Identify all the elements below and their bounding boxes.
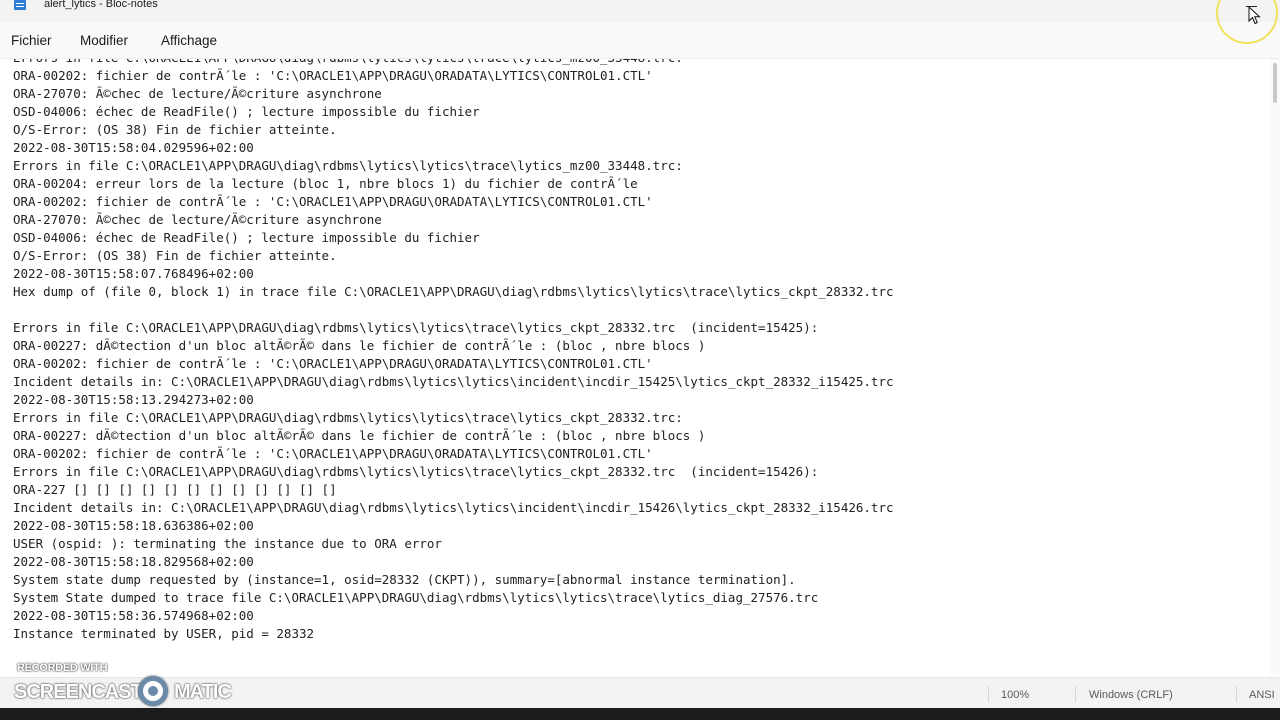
editor-line: ORA-227 [] [] [] [] [] [] [] [] [] [] []… [13,482,337,497]
window-title: alert_lytics - Bloc-notes [44,0,158,10]
editor-line: ORA-00202: fichier de contrÃ´le : 'C:\OR… [13,68,653,83]
editor-line: Incident details in: C:\ORACLE1\APP\DRAG… [13,374,894,389]
mouse-cursor-icon [1248,6,1261,25]
editor-line: ORA-00227: dÃ©tection d'un bloc altÃ©rÃ©… [13,428,706,443]
status-divider [1236,686,1237,702]
text-editor[interactable]: Errors in file C:\ORACLE1\APP\DRAGU\diag… [0,59,1270,676]
editor-line: ORA-27070: Ã©chec de lecture/Ã©criture a… [13,86,382,101]
editor-line: O/S-Error: (OS 38) Fin de fichier attein… [13,122,337,137]
taskbar-edge [0,708,1280,720]
editor-line: System state dump requested by (instance… [13,572,796,587]
editor-line: Hex dump of (file 0, block 1) in trace f… [13,284,894,299]
scrollbar-thumb[interactable] [1273,63,1277,103]
editor-line: ORA-00204: erreur lors de la lecture (bl… [13,176,638,191]
editor-line: Instance terminated by USER, pid = 28332 [13,626,315,641]
menu-affichage[interactable]: Affichage [161,33,217,48]
encoding: ANSI [1249,689,1275,701]
editor-content: Errors in file C:\ORACLE1\APP\DRAGU\diag… [13,59,894,643]
editor-line: 2022-08-30T15:58:04.029596+02:00 [13,140,254,155]
title-bar: alert_lytics - Bloc-notes [0,0,1280,22]
watermark-brand-left: SCREENCAST [14,681,143,703]
line-ending: Windows (CRLF) [1089,689,1173,701]
editor-line: O/S-Error: (OS 38) Fin de fichier attein… [13,248,337,263]
editor-line: 2022-08-30T15:58:36.574968+02:00 [13,608,254,623]
editor-line: System State dumped to trace file C:\ORA… [13,590,819,605]
watermark-brand-right: MATIC [174,681,232,703]
editor-line: ORA-00202: fichier de contrÃ´le : 'C:\OR… [13,446,653,461]
editor-line: 2022-08-30T15:58:13.294273+02:00 [13,392,254,407]
notepad-icon [14,0,26,10]
editor-line: Errors in file C:\ORACLE1\APP\DRAGU\diag… [13,59,894,67]
menu-fichier[interactable]: Fichier [11,33,52,48]
editor-line: OSD-04006: échec de ReadFile() ; lecture… [13,104,480,119]
editor-line: Errors in file C:\ORACLE1\APP\DRAGU\diag… [13,320,819,335]
editor-line: Errors in file C:\ORACLE1\APP\DRAGU\diag… [13,410,683,425]
editor-line: USER (ospid: ): terminating the instance… [13,536,442,551]
editor-line: Incident details in: C:\ORACLE1\APP\DRAG… [13,500,894,515]
editor-line: OSD-04006: échec de ReadFile() ; lecture… [13,230,480,245]
editor-line: ORA-27070: Ã©chec de lecture/Ã©criture a… [13,212,382,227]
screencast-o-matic-logo-icon [138,676,168,706]
editor-line: ORA-00227: dÃ©tection d'un bloc altÃ©rÃ©… [13,338,706,353]
editor-line: 2022-08-30T15:58:18.636386+02:00 [13,518,254,533]
status-divider [1075,686,1076,702]
menu-modifier[interactable]: Modifier [80,33,128,48]
menu-bar: Fichier Modifier Affichage [0,22,1280,59]
watermark-recorded-with: RECORDED WITH [17,662,108,674]
editor-line: 2022-08-30T15:58:18.829568+02:00 [13,554,254,569]
zoom-level: 100% [1001,689,1030,701]
editor-line: Errors in file C:\ORACLE1\APP\DRAGU\diag… [13,464,819,479]
editor-line: ORA-00202: fichier de contrÃ´le : 'C:\OR… [13,194,653,209]
editor-line: Errors in file C:\ORACLE1\APP\DRAGU\diag… [13,158,683,173]
editor-line: 2022-08-30T15:58:07.768496+02:00 [13,266,254,281]
vertical-scrollbar[interactable] [1270,59,1280,676]
recording-watermark: RECORDED WITH SCREENCAST MATIC [14,660,244,710]
status-divider [988,686,989,702]
editor-line: ORA-00202: fichier de contrÃ´le : 'C:\OR… [13,356,653,371]
